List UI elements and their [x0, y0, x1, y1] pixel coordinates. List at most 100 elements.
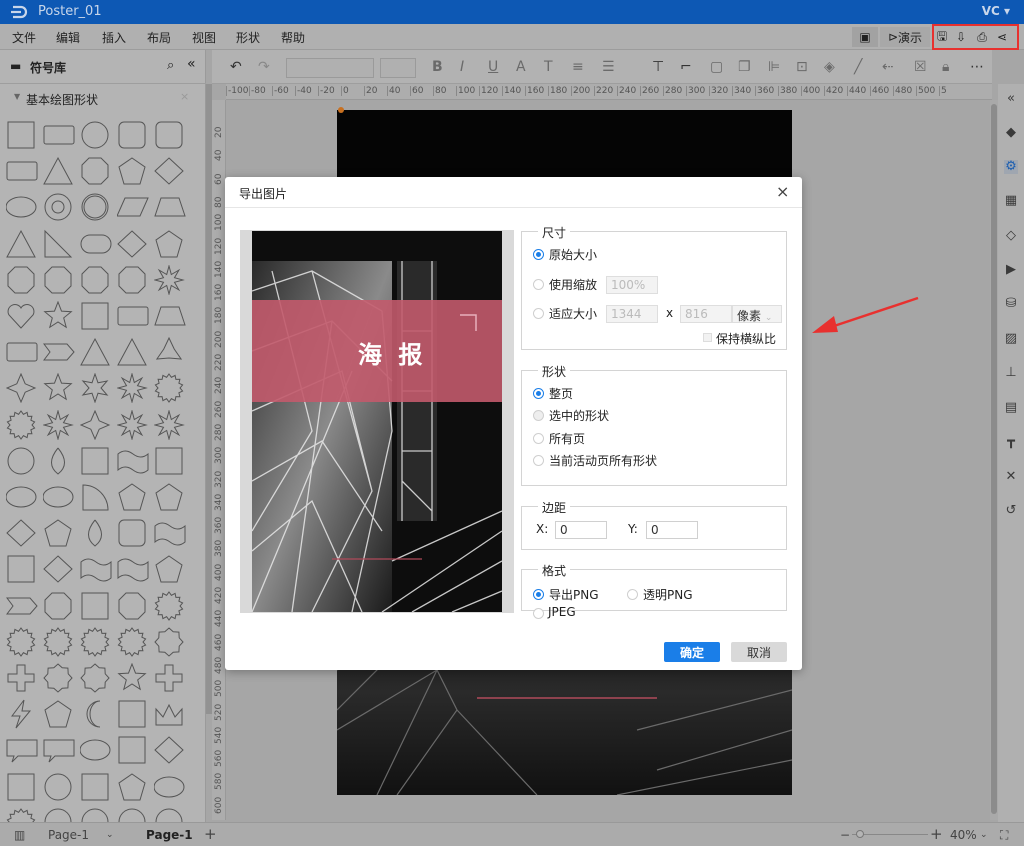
shape-circle-icon[interactable]	[80, 120, 112, 150]
shape-rrect-icon[interactable]	[117, 120, 149, 150]
shape-crown-icon[interactable]	[154, 699, 186, 729]
page-selector[interactable]: Page-1	[48, 828, 89, 842]
close-dialog-icon[interactable]: ×	[776, 182, 789, 201]
shape-diam2-icon[interactable]	[117, 229, 149, 259]
radio-png[interactable]	[533, 589, 544, 600]
width-input[interactable]: 1344	[606, 305, 658, 323]
shape-diamond-icon[interactable]	[154, 156, 186, 186]
user-menu[interactable]: VC ▾	[982, 4, 1010, 18]
shape-drop-icon[interactable]	[43, 446, 75, 476]
shape-scroll-icon[interactable]	[154, 518, 186, 548]
shape-cloud-icon[interactable]	[43, 482, 75, 512]
cancel-button[interactable]: 取消	[731, 642, 787, 662]
shape-rect-icon[interactable]	[154, 446, 186, 476]
shape-diamond-icon[interactable]	[154, 735, 186, 765]
more-icon[interactable]: ⋯	[970, 59, 984, 75]
line-style-icon[interactable]: ⇠	[882, 59, 894, 75]
radio-all-pages[interactable]	[533, 433, 544, 444]
fill-style-icon[interactable]: ◆	[1004, 126, 1018, 140]
scale-input[interactable]: 100%	[606, 276, 658, 294]
edit-style-icon[interactable]: ☒	[914, 59, 927, 75]
redo-icon[interactable]: ↷	[258, 59, 270, 75]
page-layout-icon[interactable]: ▤	[1004, 401, 1018, 415]
shape-ellipse-icon[interactable]	[154, 772, 186, 802]
zoom-level-select[interactable]: 40%	[950, 828, 977, 842]
shape-star6-icon[interactable]	[80, 373, 112, 404]
shape-tri-icon[interactable]	[43, 156, 75, 186]
shape-star5-icon[interactable]	[43, 301, 75, 331]
font-size-select[interactable]	[380, 58, 416, 78]
shape-gear-icon[interactable]	[80, 626, 112, 657]
send-back-icon[interactable]: ❐	[738, 59, 751, 75]
menu-insert[interactable]: 插入	[102, 29, 126, 46]
shape-rect-icon[interactable]	[80, 591, 112, 621]
ok-button[interactable]: 确定	[664, 642, 720, 662]
keep-ratio-checkbox[interactable]	[703, 333, 712, 342]
shape-shield-icon[interactable]	[117, 772, 149, 802]
shape-rtri-icon[interactable]	[43, 229, 75, 259]
shape-star-icon[interactable]	[117, 663, 149, 693]
menu-view[interactable]: 视图	[192, 29, 216, 46]
rotate-handle[interactable]	[338, 107, 344, 113]
lock-icon[interactable]: 🔒︎	[942, 59, 949, 75]
database-icon[interactable]: ⛁	[1004, 297, 1018, 311]
shape-pent-icon[interactable]	[154, 229, 186, 259]
shape-bolt-icon[interactable]	[6, 699, 38, 729]
shape-drop-icon[interactable]	[80, 518, 112, 548]
zoom-slider-handle[interactable]	[856, 830, 864, 838]
presentation-icon[interactable]: ▶	[1004, 263, 1018, 277]
shape-shield-icon[interactable]	[154, 482, 186, 512]
shape-rect-icon[interactable]	[80, 446, 112, 476]
shape-pent-icon[interactable]	[154, 554, 186, 584]
image-icon[interactable]: ▨	[1004, 332, 1018, 346]
shape-shield-icon[interactable]	[117, 482, 149, 512]
shape-flag-icon[interactable]	[43, 337, 75, 367]
shape-diam2-icon[interactable]	[6, 518, 38, 548]
shape-rect-icon[interactable]	[80, 772, 112, 802]
shape-plus-icon[interactable]	[154, 663, 186, 693]
shape-rrect2-icon[interactable]	[154, 120, 186, 150]
connector-icon[interactable]: ⌐	[680, 59, 692, 75]
radio-whole-page[interactable]	[533, 388, 544, 399]
shape-shield-icon[interactable]	[43, 518, 75, 548]
grid-icon[interactable]: ▦	[1004, 194, 1018, 208]
undo-icon[interactable]: ↶	[230, 59, 242, 75]
shape-dbl-icon[interactable]	[6, 156, 38, 186]
italic-icon[interactable]: I	[460, 59, 464, 75]
shape-oct-icon[interactable]	[117, 591, 149, 621]
bring-front-icon[interactable]: ▢	[710, 59, 723, 75]
fill-color-icon[interactable]: ◈	[824, 59, 835, 75]
shape-rect-icon[interactable]	[117, 699, 149, 729]
shape-hex-icon[interactable]	[43, 591, 75, 621]
shape-flower-icon[interactable]	[154, 627, 186, 657]
group-icon[interactable]: ⊡	[796, 59, 808, 75]
radio-jpeg[interactable]	[533, 608, 544, 619]
shape-cross4-icon[interactable]	[6, 663, 38, 693]
shape-seal-icon[interactable]	[154, 373, 186, 404]
shape-seal2-icon[interactable]	[6, 626, 38, 657]
shape-dec-icon[interactable]	[117, 265, 149, 295]
radio-fit-size[interactable]	[533, 308, 544, 319]
shape-trap-icon[interactable]	[154, 192, 186, 222]
radio-selected-shapes[interactable]	[533, 410, 544, 421]
font-color-icon[interactable]: A	[516, 59, 526, 75]
shape-hex-icon[interactable]	[6, 265, 38, 295]
shape-star8-icon[interactable]	[117, 409, 149, 440]
shape-wave-icon[interactable]	[117, 446, 149, 476]
menu-shape[interactable]: 形状	[236, 29, 260, 46]
menu-edit[interactable]: 编辑	[56, 29, 80, 46]
close-icon[interactable]: ×	[180, 90, 189, 103]
shape-pent-icon[interactable]	[117, 156, 149, 186]
shape-tri3-icon[interactable]	[117, 337, 149, 367]
add-page-button[interactable]: +	[204, 825, 217, 843]
shape-dstar-icon[interactable]	[43, 409, 75, 440]
margin-y-input[interactable]: 0	[646, 521, 698, 539]
shape-flower-icon[interactable]	[43, 663, 75, 693]
fullscreen-icon[interactable]: ⛶	[1000, 828, 1008, 843]
shape-rect-icon[interactable]	[6, 554, 38, 584]
chevron-down-icon[interactable]: ⌄	[106, 830, 114, 840]
shape-tri2-icon[interactable]	[6, 229, 38, 259]
canvas-scrollbar[interactable]	[990, 100, 998, 820]
page-view-icon[interactable]: ▥	[14, 828, 25, 842]
shape-tri-icon[interactable]	[80, 337, 112, 367]
